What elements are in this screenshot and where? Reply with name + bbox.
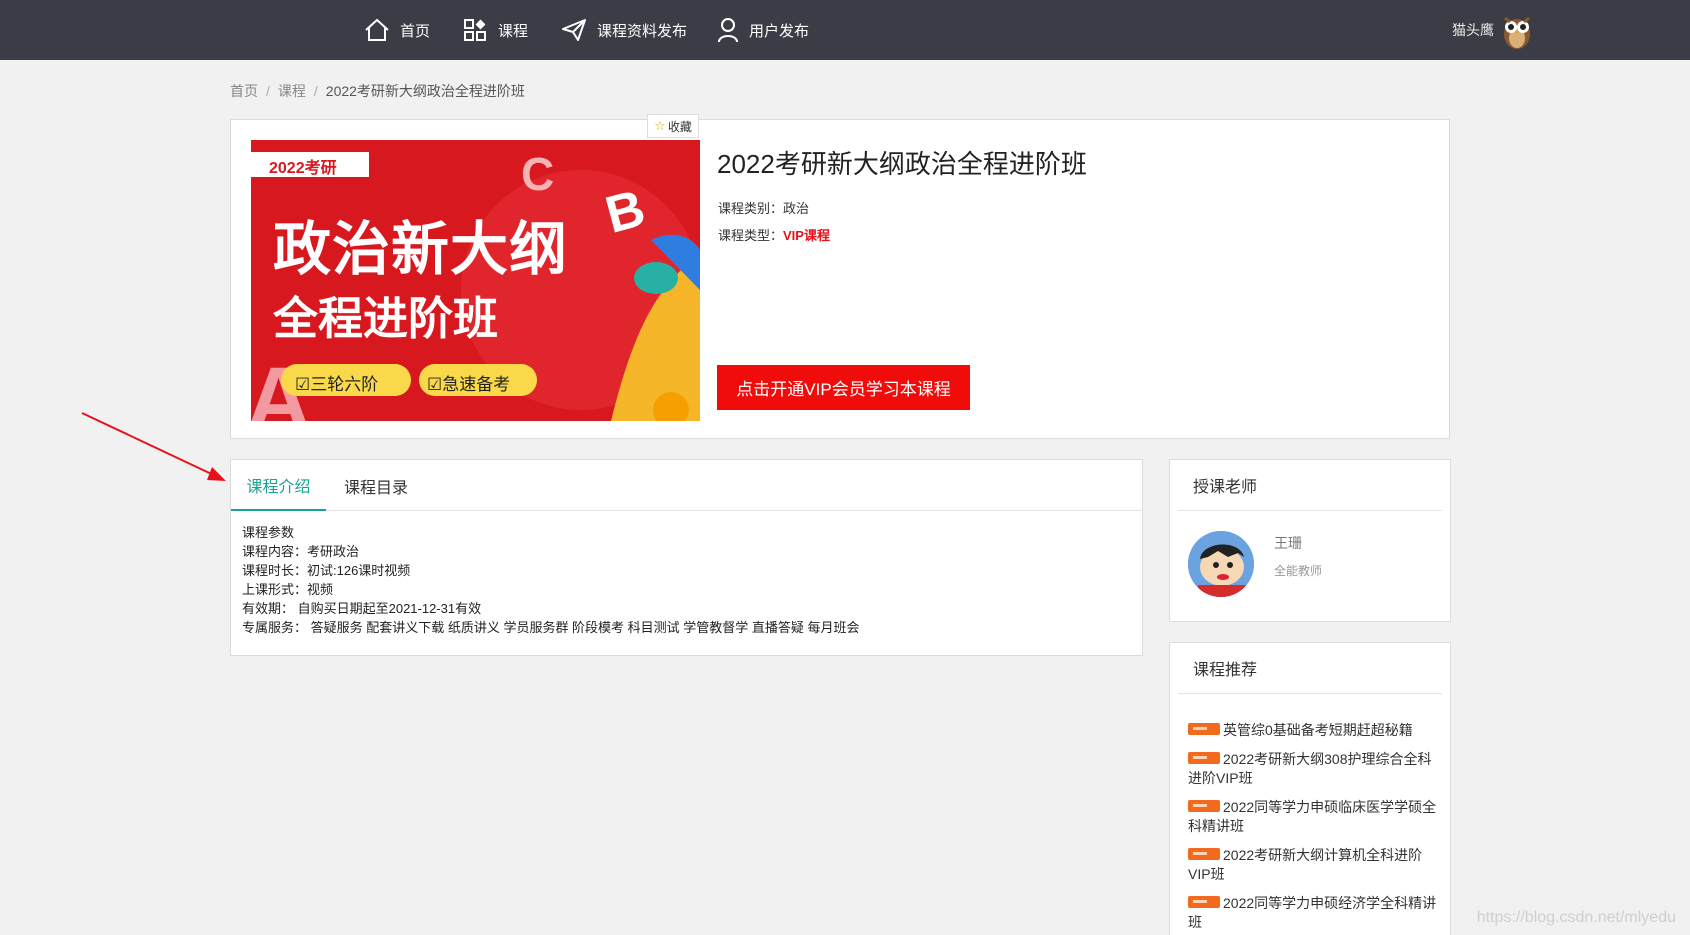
nav-item-home[interactable]: 首页 bbox=[364, 0, 430, 60]
breadcrumb-courses[interactable]: 课程 bbox=[278, 83, 306, 99]
breadcrumb: 首页 / 课程 / 2022考研新大纲政治全程进阶班 bbox=[230, 81, 525, 101]
recommend-item-label: 英管综0基础备考短期赶超秘籍 bbox=[1223, 722, 1413, 738]
cover-pill-2: ☑急速备考 bbox=[427, 375, 511, 394]
owl-avatar-icon[interactable] bbox=[1499, 12, 1535, 50]
intro-line: 有效期： 自购买日期起至2021-12-31有效 bbox=[242, 601, 482, 616]
recommend-item[interactable]: 2022考研新大纲308护理综合全科进阶VIP班 bbox=[1188, 750, 1444, 788]
cover-pill-2-text: 急速备考 bbox=[442, 375, 511, 394]
course-category-value: 政治 bbox=[783, 201, 810, 216]
paper-plane-icon bbox=[562, 19, 586, 41]
recommend-item-label: 2022考研新大纲计算机全科进阶VIP班 bbox=[1188, 847, 1423, 882]
recommend-item[interactable]: 2022同等学力申硕经济学全科精讲班 bbox=[1188, 894, 1444, 932]
tab-course-intro[interactable]: 课程介绍 bbox=[231, 460, 326, 511]
nav-label-home: 首页 bbox=[400, 22, 431, 40]
tab-course-catalog[interactable]: 课程目录 bbox=[331, 460, 421, 511]
cover-pill-1-text: 三轮六阶 bbox=[310, 375, 379, 394]
user-name[interactable]: 猫头鹰 bbox=[1452, 20, 1494, 40]
course-card: C B A 2022考研 政治新大纲 全程进阶班 ☑三轮六阶 ☑急速备考 ☆ 收… bbox=[230, 114, 1450, 439]
hot-badge-icon bbox=[1188, 800, 1220, 812]
cover-pill-1: ☑三轮六阶 bbox=[295, 375, 379, 394]
user-icon bbox=[718, 18, 738, 43]
breadcrumb-separator: / bbox=[313, 83, 318, 99]
cartoon-avatar-icon bbox=[1188, 531, 1254, 597]
cover-tag: 2022考研 bbox=[269, 160, 337, 177]
nav-item-user-publish[interactable]: 用户发布 bbox=[717, 0, 809, 60]
breadcrumb-current: 2022考研新大纲政治全程进阶班 bbox=[325, 83, 525, 99]
teacher-section-title: 授课老师 bbox=[1178, 460, 1442, 511]
recommend-item[interactable]: 2022同等学力申硕临床医学学硕全科精讲班 bbox=[1188, 798, 1444, 836]
watermark: https://blog.csdn.net/mlyedu bbox=[1476, 909, 1676, 926]
hot-badge-icon bbox=[1188, 752, 1220, 764]
nav-label-courses: 课程 bbox=[498, 22, 529, 40]
breadcrumb-separator: / bbox=[266, 83, 270, 99]
grid-icon bbox=[464, 18, 486, 41]
intro-line: 课程时长：初试:126课时视频 bbox=[242, 563, 411, 578]
recommend-item[interactable]: 英管综0基础备考短期赶超秘籍 bbox=[1188, 721, 1444, 740]
intro-line: 课程参数 bbox=[242, 525, 295, 540]
intro-line: 课程内容：考研政治 bbox=[242, 544, 360, 559]
intro-line: 上课形式：视频 bbox=[242, 582, 334, 597]
course-type: 课程类型：VIP课程 bbox=[718, 225, 830, 244]
cover-headline-1: 政治新大纲 bbox=[273, 215, 569, 283]
course-intro-content: 课程参数 课程内容：考研政治 课程时长：初试:126课时视频 上课形式：视频 有… bbox=[242, 523, 860, 637]
nav-label-user-publish: 用户发布 bbox=[749, 22, 810, 40]
course-category-label: 课程类别： bbox=[718, 201, 784, 216]
annotation-arrow-icon bbox=[81, 412, 226, 481]
teacher-role: 全能教师 bbox=[1274, 564, 1323, 578]
recommend-item-label: 2022考研新大纲308护理综合全科进阶VIP班 bbox=[1188, 751, 1432, 786]
svg-text:C: C bbox=[521, 148, 554, 200]
recommend-item-label: 2022同等学力申硕经济学全科精讲班 bbox=[1188, 895, 1437, 930]
course-type-value: VIP课程 bbox=[783, 228, 830, 243]
course-intro-panel: 课程介绍 课程目录 课程参数 课程内容：考研政治 课程时长：初试:126课时视频… bbox=[230, 459, 1143, 656]
favorite-label: 收藏 bbox=[667, 119, 692, 134]
top-nav-bar: 首页 课程 课程资料发布 用户发布 猫头鹰 bbox=[0, 0, 1690, 60]
course-category: 课程类别：政治 bbox=[718, 198, 809, 217]
star-icon: ☆ bbox=[654, 118, 666, 133]
course-tabs: 课程介绍 课程目录 bbox=[231, 460, 1142, 511]
cover-headline-2: 全程进阶班 bbox=[273, 292, 499, 345]
nav-label-publish-materials: 课程资料发布 bbox=[597, 22, 688, 40]
recommend-section-title: 课程推荐 bbox=[1178, 643, 1442, 694]
breadcrumb-home[interactable]: 首页 bbox=[230, 83, 258, 99]
hot-badge-icon bbox=[1188, 896, 1220, 908]
teacher-avatar[interactable] bbox=[1188, 531, 1254, 597]
teacher-name[interactable]: 王珊 bbox=[1274, 533, 1302, 553]
recommend-item[interactable]: 2022考研新大纲计算机全科进阶VIP班 bbox=[1188, 846, 1444, 884]
home-icon bbox=[365, 18, 389, 41]
intro-line: 专属服务： 答疑服务 配套讲义下载 纸质讲义 学员服务群 阶段模考 科目测试 学… bbox=[242, 620, 860, 635]
course-cover-image: C B A 2022考研 政治新大纲 全程进阶班 ☑三轮六阶 ☑急速备考 bbox=[251, 140, 700, 421]
course-type-label: 课程类型： bbox=[718, 228, 784, 243]
course-title: 2022考研新大纲政治全程进阶班 bbox=[717, 149, 1087, 179]
hot-badge-icon bbox=[1188, 848, 1220, 860]
open-vip-button[interactable]: 点击开通VIP会员学习本课程 bbox=[717, 365, 970, 410]
hot-badge-icon bbox=[1188, 723, 1220, 735]
teacher-panel: 授课老师 王珊 全能教师 bbox=[1169, 459, 1451, 622]
recommend-list: 英管综0基础备考短期赶超秘籍 2022考研新大纲308护理综合全科进阶VIP班 … bbox=[1188, 721, 1444, 935]
favorite-button[interactable]: ☆ 收藏 bbox=[647, 114, 699, 138]
recommend-item-label: 2022同等学力申硕临床医学学硕全科精讲班 bbox=[1188, 799, 1437, 834]
nav-item-publish-materials[interactable]: 课程资料发布 bbox=[561, 0, 687, 60]
nav-item-courses[interactable]: 课程 bbox=[463, 0, 528, 60]
recommend-panel: 课程推荐 英管综0基础备考短期赶超秘籍 2022考研新大纲308护理综合全科进阶… bbox=[1169, 642, 1451, 935]
